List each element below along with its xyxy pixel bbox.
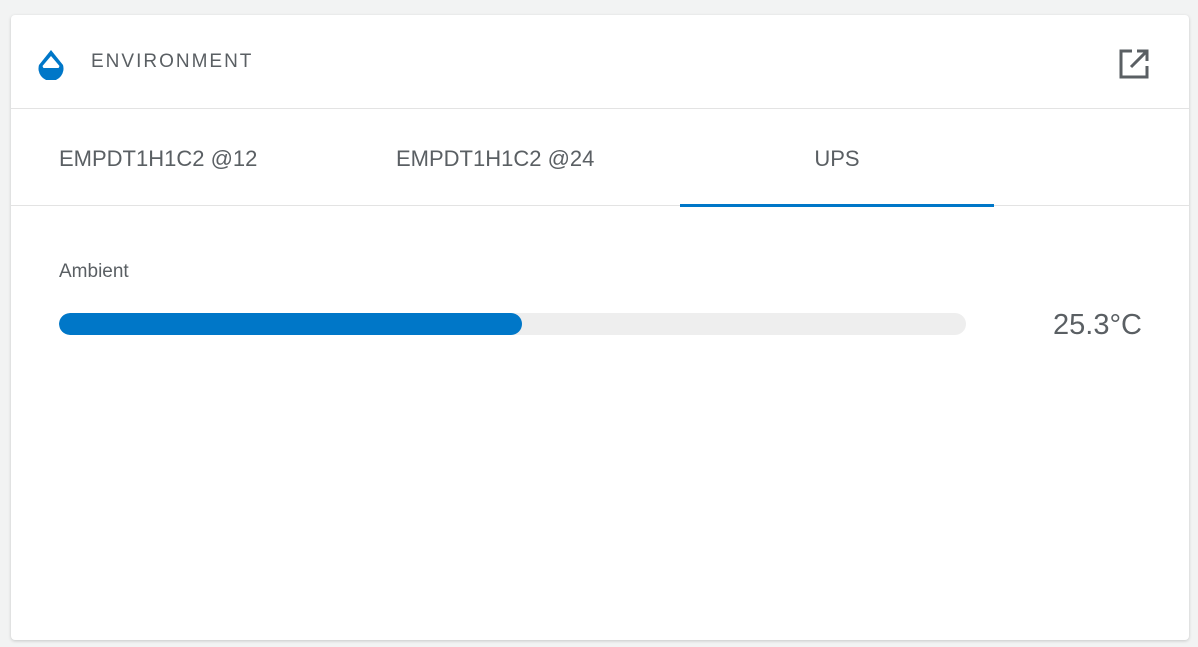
metric-label-ambient: Ambient <box>59 261 129 282</box>
tab-empdt1h1c2-24[interactable]: EMPDT1H1C2 @24 <box>396 109 636 205</box>
device-tabs: EMPDT1H1C2 @12 EMPDT1H1C2 @24 UPS <box>11 109 1189 207</box>
ambient-progress-bar <box>59 313 966 335</box>
environment-widget: ENVIRONMENT EMPDT1H1C2 @12 EMPDT1H1C2 @2… <box>11 15 1189 640</box>
tab-empdt1h1c2-12[interactable]: EMPDT1H1C2 @12 <box>59 109 299 205</box>
widget-header: ENVIRONMENT <box>11 15 1189 109</box>
open-external-icon[interactable] <box>1117 47 1151 81</box>
widget-title: ENVIRONMENT <box>91 51 254 72</box>
ambient-progress-fill <box>59 313 522 335</box>
tab-ups[interactable]: UPS <box>680 109 994 207</box>
metric-value-ambient: 25.3°C <box>1053 309 1142 341</box>
water-drop-icon <box>38 50 64 80</box>
